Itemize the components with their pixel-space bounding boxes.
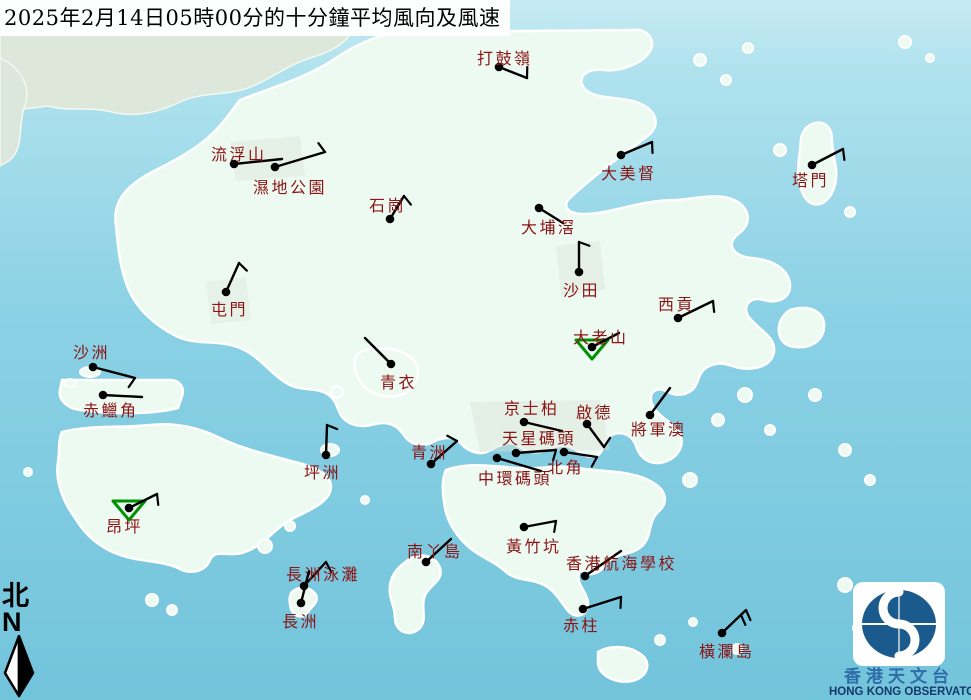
station-label: 石崗 — [369, 196, 406, 215]
station-dot — [271, 163, 280, 172]
islet — [24, 468, 32, 476]
islet — [689, 618, 697, 626]
wind-barb-feather — [652, 142, 653, 153]
hko-logo: 香港天文台 HONG KONG OBSERVATORY — [829, 581, 969, 699]
station-dot — [575, 268, 584, 277]
station-label: 沙田 — [563, 281, 600, 300]
station-dot — [125, 504, 134, 513]
hko-logo-english: HONG KONG OBSERVATORY — [829, 686, 969, 699]
station-label: 黃竹坑 — [506, 537, 562, 556]
station-label: 大埔滘 — [521, 218, 577, 237]
islet — [285, 521, 295, 531]
station-label: 濕地公園 — [253, 178, 327, 197]
station-dot — [493, 454, 502, 463]
station-dot — [386, 215, 395, 224]
islet — [899, 36, 911, 48]
islet — [721, 75, 731, 85]
islet — [738, 388, 752, 402]
hko-logo-icon — [852, 581, 946, 667]
station-label: 沙洲 — [73, 343, 110, 362]
station-dot — [560, 448, 569, 457]
wind-barb-shaft — [326, 425, 327, 455]
wind-barb-feather — [843, 149, 844, 160]
islet — [167, 605, 177, 615]
station-dot — [99, 391, 108, 400]
station-label: 啟德 — [576, 403, 613, 422]
islet — [146, 594, 158, 606]
islet — [258, 539, 272, 553]
station-label: 打鼓嶺 — [477, 49, 533, 68]
station-label: 流浮山 — [211, 145, 267, 164]
station-dot — [297, 599, 306, 608]
islet — [845, 207, 855, 217]
islet — [655, 635, 665, 645]
station-label: 青衣 — [380, 373, 417, 392]
station-label: 屯門 — [211, 300, 248, 319]
islet — [865, 475, 875, 485]
wind-barb-feather — [713, 301, 714, 312]
islet — [926, 54, 934, 62]
station-label: 南丫島 — [407, 542, 463, 561]
station-label: 北角 — [547, 458, 584, 477]
station-label: 香港航海學校 — [566, 554, 677, 573]
islet — [774, 144, 786, 156]
station-label: 昂坪 — [106, 517, 143, 536]
station-label: 長洲 — [282, 612, 319, 631]
north-arrow-icon — [2, 635, 36, 699]
hko-logo-chinese: 香港天文台 — [829, 668, 969, 686]
station-label: 坪洲 — [304, 463, 341, 482]
wind-map-page: 打鼓嶺流浮山濕地公園石崗 大美督 塔門大埔滘沙田屯門 西貢大老山沙洲赤鱲角 青衣京士柏啟… — [0, 0, 971, 700]
station-dot — [718, 629, 727, 638]
islet — [683, 473, 697, 487]
land-high-island — [779, 308, 824, 347]
islet — [694, 54, 706, 66]
station-dot — [222, 288, 231, 297]
islet — [64, 379, 76, 387]
islet — [743, 43, 753, 53]
station-dot — [617, 151, 626, 160]
station-dot — [646, 411, 655, 420]
map-title: 2025年2月14日05時00分的十分鐘平均風向及風速 — [0, 0, 510, 36]
hong-kong-map: 打鼓嶺流浮山濕地公園石崗 大美督 塔門大埔滘沙田屯門 西貢大老山沙洲赤鱲角 青衣京士柏啟… — [0, 0, 971, 700]
station-label: 赤柱 — [563, 616, 600, 635]
station-label: 大美督 — [601, 164, 657, 183]
islet — [839, 444, 851, 456]
station-label: 塔門 — [792, 171, 829, 190]
compass-north-letter: N — [2, 610, 36, 635]
station-label: 橫瀾島 — [699, 642, 755, 661]
station-label: 天星碼頭 — [502, 429, 576, 448]
land-po-toi — [598, 647, 647, 682]
station-dot — [89, 363, 98, 372]
station-label: 中環碼頭 — [478, 469, 552, 488]
station-label: 長洲泳灘 — [286, 565, 360, 584]
islet — [765, 425, 775, 435]
islet — [712, 414, 724, 426]
station-dot — [322, 451, 331, 460]
station-label: 將軍澳 — [631, 420, 687, 439]
station-dot — [535, 204, 544, 213]
station-dot — [579, 605, 588, 614]
station-label: 赤鱲角 — [83, 401, 139, 420]
station-dot — [520, 418, 529, 427]
station-dot — [512, 449, 521, 458]
wind-barb-feather — [157, 494, 158, 505]
station-dot — [387, 360, 396, 369]
islet — [809, 389, 821, 401]
station-label: 青洲 — [411, 443, 448, 462]
station-dot — [808, 161, 817, 170]
station-label: 大老山 — [573, 328, 629, 347]
station-label: 西貢 — [658, 295, 695, 314]
land-ma-wan — [331, 386, 343, 398]
north-compass: 北 N — [2, 584, 36, 700]
station-label: 京士柏 — [504, 399, 560, 418]
station-dot — [674, 314, 683, 323]
station-dot — [520, 523, 529, 532]
islet — [361, 496, 369, 504]
